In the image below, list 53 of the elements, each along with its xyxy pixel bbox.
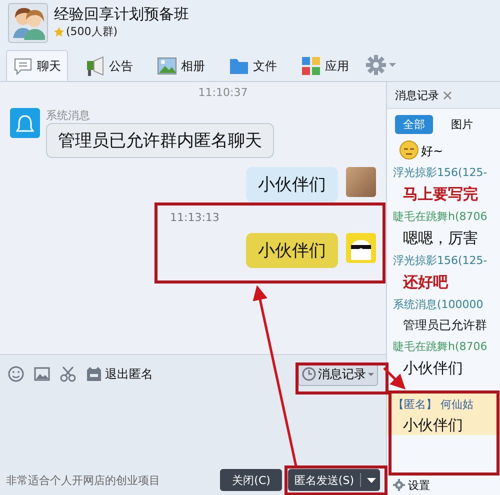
history-sender: 睫毛在跳舞h(8706 bbox=[393, 209, 488, 224]
history-message: 还好吧 bbox=[402, 273, 450, 292]
history-sender: 浮光掠影156(125- bbox=[393, 165, 488, 180]
caret-icon bbox=[389, 63, 396, 67]
scissors-icon bbox=[60, 366, 76, 382]
picture-icon bbox=[34, 366, 50, 382]
folder-icon bbox=[229, 56, 249, 76]
message-bubble: 小伙伴们 bbox=[246, 233, 338, 268]
close-icon bbox=[443, 90, 452, 100]
tab[interactable]: 相册 bbox=[150, 50, 212, 81]
history-message: 管理员已允许群 bbox=[402, 317, 488, 334]
megaphone-icon bbox=[85, 56, 105, 76]
group-name: 经验回享计划预备班 bbox=[54, 5, 189, 24]
history-sender: 睫毛在跳舞h(8706 bbox=[393, 339, 488, 354]
message-bubble: 管理员已允许群内匿名聊天 bbox=[46, 123, 274, 158]
picture-icon bbox=[157, 56, 177, 76]
smiley-icon bbox=[8, 366, 24, 382]
filter-tab[interactable]: 图片 bbox=[443, 115, 481, 134]
caret-icon bbox=[368, 372, 374, 376]
timestamp: 11:13:13 bbox=[170, 211, 220, 224]
group-people-icon bbox=[11, 6, 45, 40]
apps-grid-icon bbox=[301, 56, 321, 76]
settings-icon bbox=[366, 55, 386, 75]
settings-link[interactable]: 设置 bbox=[408, 478, 430, 492]
star-icon bbox=[54, 26, 64, 36]
history-sender: 浮光掠影156(125- bbox=[393, 253, 488, 268]
history-sender: 系统消息(100000 bbox=[393, 297, 484, 312]
history-message: 小伙伴们 bbox=[402, 359, 464, 378]
ad-text[interactable]: 非常适合个人开网店的创业项目 bbox=[6, 472, 214, 488]
history-message: 嗯嗯，厉害 bbox=[402, 229, 479, 248]
tab[interactable]: 应用 bbox=[294, 50, 356, 81]
settings-icon bbox=[393, 479, 405, 491]
group-avatar[interactable] bbox=[8, 3, 48, 43]
exit-anonymous-link[interactable]: 退出匿名 bbox=[105, 366, 153, 382]
chat-bubble-icon bbox=[13, 56, 33, 76]
history-message: 马上要写完 bbox=[402, 185, 479, 204]
emoji-face-icon bbox=[399, 140, 419, 160]
history-message: 好~ bbox=[421, 143, 444, 160]
sender-name: 系统消息 bbox=[46, 108, 91, 123]
tab[interactable]: 文件 bbox=[222, 50, 284, 81]
history-sender: 【匿名】 何仙姑 bbox=[387, 393, 500, 416]
photo-placeholder bbox=[346, 167, 376, 197]
filter-tab[interactable]: 全部 bbox=[395, 115, 433, 134]
caret-icon bbox=[367, 478, 376, 482]
message-bubble: 小伙伴们 bbox=[246, 167, 338, 202]
member-count: (500人群) bbox=[66, 24, 118, 39]
timestamp: 11:10:37 bbox=[198, 86, 248, 99]
history-message: 小伙伴们 bbox=[387, 416, 500, 435]
close-button[interactable]: 关闭(C) bbox=[220, 469, 282, 491]
tab[interactable]: 公告 bbox=[78, 50, 140, 81]
anonymous-send-button[interactable]: 匿名发送(S) bbox=[288, 469, 380, 491]
tab[interactable]: 聊天 bbox=[6, 50, 68, 81]
clock-icon bbox=[302, 367, 316, 381]
